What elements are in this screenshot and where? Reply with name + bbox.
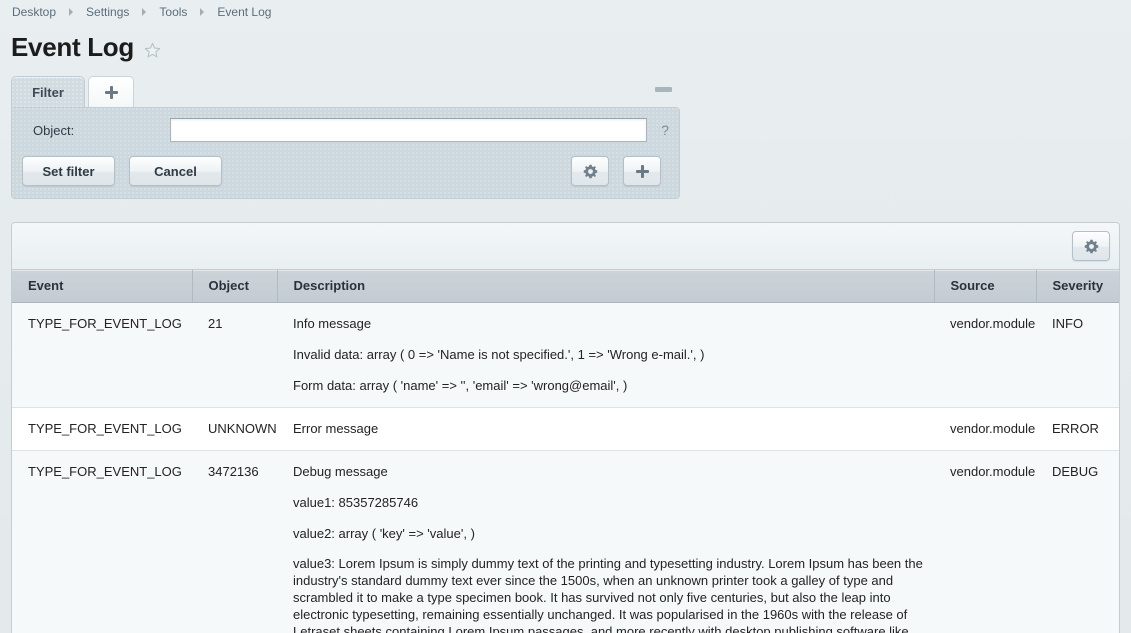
plus-icon <box>635 164 649 178</box>
filter-panel: Filter Object: ? Set filter Cancel <box>11 76 680 199</box>
filter-add-button[interactable] <box>623 156 661 186</box>
cell-severity: INFO <box>1036 302 1119 408</box>
filter-field-object: Object: ? <box>22 118 669 142</box>
minimize-icon[interactable] <box>655 87 672 92</box>
description-line: Info message <box>293 316 372 331</box>
cell-event: TYPE_FOR_EVENT_LOG <box>12 302 192 408</box>
cell-description: Error message <box>277 407 934 451</box>
cell-description: Debug message value1: 85357285746 value2… <box>277 450 934 633</box>
help-icon[interactable]: ? <box>661 122 669 138</box>
breadcrumb-separator-icon <box>69 8 74 16</box>
description-line: Form data: array ( 'name' => '', 'email'… <box>293 378 628 393</box>
description-line: value3: Lorem Ipsum is simply dummy text… <box>293 556 923 633</box>
cell-event: TYPE_FOR_EVENT_LOG <box>12 407 192 451</box>
grid-settings-button[interactable] <box>1072 231 1110 261</box>
column-header-severity[interactable]: Severity <box>1036 270 1119 303</box>
filter-body: Object: ? Set filter Cancel <box>11 107 680 199</box>
cell-object: UNKNOWN <box>192 407 277 451</box>
description-line: Debug message <box>293 464 388 479</box>
gear-icon <box>583 164 597 178</box>
cell-source: vendor.module <box>934 450 1036 633</box>
breadcrumb: Desktop Settings Tools Event Log <box>11 5 272 19</box>
cell-severity: ERROR <box>1036 407 1119 451</box>
cell-source: vendor.module <box>934 407 1036 451</box>
column-header-object[interactable]: Object <box>192 270 278 303</box>
star-icon[interactable] <box>144 42 161 59</box>
breadcrumb-item-settings[interactable]: Settings <box>85 5 130 19</box>
breadcrumb-item-desktop[interactable]: Desktop <box>11 5 57 19</box>
table-row[interactable]: TYPE_FOR_EVENT_LOG 3472136 Debug message… <box>12 450 1119 633</box>
cell-event: TYPE_FOR_EVENT_LOG <box>12 450 192 633</box>
plus-icon <box>104 85 118 99</box>
object-label: Object: <box>33 122 75 138</box>
cell-object: 3472136 <box>192 450 277 633</box>
cell-source: vendor.module <box>934 302 1036 408</box>
cell-description: Info message Invalid data: array ( 0 => … <box>277 302 934 408</box>
breadcrumb-item-tools[interactable]: Tools <box>158 5 188 19</box>
event-log-table: Event Object Description Source Severity… <box>12 270 1119 633</box>
cell-object: 21 <box>192 302 277 408</box>
description-line: Invalid data: array ( 0 => 'Name is not … <box>293 347 705 362</box>
column-header-event[interactable]: Event <box>12 270 193 303</box>
set-filter-button[interactable]: Set filter <box>22 156 115 186</box>
table-body: TYPE_FOR_EVENT_LOG 21 Info message Inval… <box>12 302 1119 633</box>
description-line: value2: array ( 'key' => 'value', ) <box>293 526 475 541</box>
breadcrumb-separator-icon <box>200 8 205 16</box>
breadcrumb-separator-icon <box>142 8 147 16</box>
column-header-source[interactable]: Source <box>934 270 1037 303</box>
table-header: Event Object Description Source Severity <box>12 270 1119 303</box>
page-root: Desktop Settings Tools Event Log Event L… <box>0 0 1131 633</box>
grid-toolbar <box>12 223 1119 270</box>
page-title: Event Log <box>11 32 134 62</box>
tab-filter-label: Filter <box>32 84 64 100</box>
column-header-description[interactable]: Description <box>277 270 935 303</box>
cancel-button[interactable]: Cancel <box>129 156 222 186</box>
table-header-row: Event Object Description Source Severity <box>12 270 1119 303</box>
event-log-grid: Event Object Description Source Severity… <box>11 222 1120 633</box>
description-line: value1: 85357285746 <box>293 495 419 510</box>
description-line: Error message <box>293 421 379 436</box>
filter-button-row: Set filter Cancel <box>22 156 669 186</box>
cell-severity: DEBUG <box>1036 450 1119 633</box>
filter-tab-bar: Filter <box>11 76 680 107</box>
tab-add-filter[interactable] <box>88 76 134 107</box>
page-title-row: Event Log <box>11 31 161 63</box>
filter-settings-button[interactable] <box>571 156 609 186</box>
breadcrumb-item-event-log[interactable]: Event Log <box>216 5 272 19</box>
object-input[interactable] <box>169 118 648 142</box>
table-row[interactable]: TYPE_FOR_EVENT_LOG 21 Info message Inval… <box>12 302 1119 408</box>
tab-filter[interactable]: Filter <box>11 76 85 107</box>
table-row[interactable]: TYPE_FOR_EVENT_LOG UNKNOWN Error message… <box>12 407 1119 451</box>
gear-icon <box>1084 239 1098 253</box>
